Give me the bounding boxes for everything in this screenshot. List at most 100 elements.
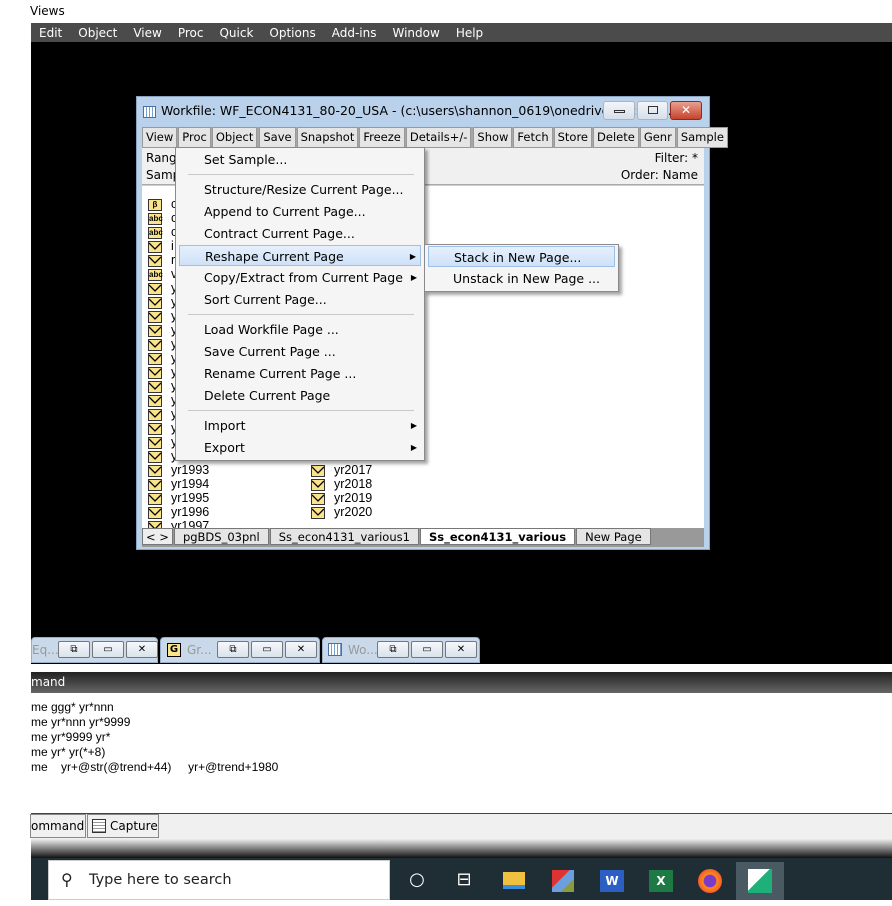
taskbar-search[interactable]: ⚲ Type here to search: [48, 860, 390, 900]
list-item[interactable]: y: [148, 323, 177, 337]
tab-pgbds[interactable]: pgBDS_03pnl: [173, 528, 269, 545]
tab-new-page[interactable]: New Page: [576, 528, 651, 545]
minimized-window-workfile[interactable]: Wo... ⧉ ▭ ✕: [322, 637, 480, 663]
app-cubes-icon[interactable]: [541, 862, 585, 900]
firefox-icon[interactable]: [688, 862, 732, 900]
list-item[interactable]: yr2019: [311, 491, 372, 505]
menu-item[interactable]: Delete Current Page: [179, 385, 421, 406]
list-item[interactable]: i: [148, 239, 174, 253]
menu-options[interactable]: Options: [261, 26, 323, 40]
close-button[interactable]: ✕: [285, 641, 317, 658]
maximize-button[interactable]: ▭: [411, 641, 443, 658]
list-item[interactable]: yr2018: [311, 477, 372, 491]
filter-label[interactable]: Filter: *: [655, 151, 698, 165]
series-icon: [148, 422, 162, 435]
command-window[interactable]: me ggg* yr*nnn me yr*nnn yr*9999 me yr*9…: [31, 693, 892, 813]
menu-object[interactable]: Object: [70, 26, 125, 40]
menu-item[interactable]: Sort Current Page...: [179, 289, 421, 310]
menu-item[interactable]: Append to Current Page...: [179, 201, 421, 222]
object-button[interactable]: Object: [211, 127, 258, 148]
list-item[interactable]: y: [148, 393, 177, 407]
list-item[interactable]: y: [148, 309, 177, 323]
menu-proc[interactable]: Proc: [170, 26, 212, 40]
tab-command[interactable]: ommand: [30, 814, 86, 838]
menu-addins[interactable]: Add-ins: [324, 26, 385, 40]
list-item[interactable]: yr1996: [148, 505, 209, 519]
eviews-icon[interactable]: [736, 862, 784, 900]
list-item[interactable]: y: [148, 421, 177, 435]
genr-button[interactable]: Genr: [639, 127, 676, 148]
menu-item-unstack[interactable]: Unstack in New Page ...: [428, 268, 615, 289]
minimize-button[interactable]: [603, 101, 635, 120]
restore-button[interactable]: ⧉: [377, 641, 409, 658]
list-item[interactable]: y: [148, 379, 177, 393]
list-item[interactable]: abcc: [148, 225, 177, 239]
store-button[interactable]: Store: [553, 127, 593, 148]
tab-capture[interactable]: Capture: [87, 814, 159, 838]
menu-item[interactable]: Copy/Extract from Current Page ▶: [179, 267, 421, 288]
list-item[interactable]: βc: [148, 197, 177, 211]
tab-scroll-arrows[interactable]: < >: [142, 528, 173, 545]
file-explorer-icon[interactable]: [492, 862, 536, 900]
list-item[interactable]: yr1995: [148, 491, 209, 505]
close-button[interactable]: ✕: [445, 641, 477, 658]
list-item[interactable]: abcv: [148, 267, 177, 281]
list-item[interactable]: y: [148, 435, 177, 449]
menu-item[interactable]: Structure/Resize Current Page...: [179, 179, 421, 200]
cortana-icon[interactable]: ○: [395, 862, 439, 900]
menu-view[interactable]: View: [125, 26, 169, 40]
menu-item[interactable]: Import ▶: [179, 415, 421, 436]
menu-help[interactable]: Help: [448, 26, 491, 40]
list-item[interactable]: r: [148, 253, 175, 267]
menu-item-stack[interactable]: Stack in New Page...: [428, 246, 615, 267]
list-item[interactable]: yr2020: [311, 505, 372, 519]
fetch-button[interactable]: Fetch: [513, 127, 553, 148]
restore-button[interactable]: ⧉: [58, 641, 90, 658]
show-button[interactable]: Show: [473, 127, 513, 148]
menu-item[interactable]: Rename Current Page ...: [179, 363, 421, 384]
list-item[interactable]: y: [148, 365, 177, 379]
list-item[interactable]: y: [148, 449, 177, 463]
close-button[interactable]: ✕: [126, 641, 158, 658]
list-item[interactable]: y: [148, 407, 177, 421]
proc-button[interactable]: Proc: [178, 127, 211, 148]
maximize-button[interactable]: ▭: [251, 641, 283, 658]
tab-various1[interactable]: Ss_econ4131_various1: [269, 528, 419, 545]
view-button[interactable]: View: [142, 127, 178, 148]
delete-button[interactable]: Delete: [593, 127, 639, 148]
list-item[interactable]: y: [148, 351, 177, 365]
menu-quick[interactable]: Quick: [211, 26, 261, 40]
sample-button[interactable]: Sample: [676, 127, 728, 148]
list-item[interactable]: y: [148, 281, 177, 295]
list-item[interactable]: y: [148, 295, 177, 309]
maximize-button[interactable]: ▭: [92, 641, 124, 658]
command-title-bar: mand: [31, 672, 892, 693]
menu-item[interactable]: Set Sample...: [179, 149, 421, 170]
details-button[interactable]: Details+/-: [405, 127, 472, 148]
menu-item[interactable]: Save Current Page ...: [179, 341, 421, 362]
list-item[interactable]: yr2017: [311, 463, 372, 477]
menu-item[interactable]: Load Workfile Page ...: [179, 319, 421, 340]
list-item[interactable]: abcc: [148, 211, 177, 225]
close-button[interactable]: ✕: [670, 101, 702, 120]
menu-item[interactable]: Export ▶: [179, 437, 421, 458]
minimized-window-graph[interactable]: G Gr... ⧉ ▭ ✕: [160, 637, 320, 663]
excel-icon[interactable]: X: [639, 862, 683, 900]
word-icon[interactable]: W: [590, 862, 634, 900]
list-item[interactable]: y: [148, 337, 177, 351]
list-item[interactable]: yr1993: [148, 463, 209, 477]
menu-edit[interactable]: Edit: [31, 26, 70, 40]
freeze-button[interactable]: Freeze: [359, 127, 405, 148]
order-label[interactable]: Order: Name: [621, 168, 698, 182]
snapshot-button[interactable]: Snapshot: [296, 127, 359, 148]
minimized-window-eq[interactable]: Eq... ⧉ ▭ ✕: [31, 637, 158, 663]
task-view-icon[interactable]: ⊟: [442, 862, 486, 900]
restore-button[interactable]: ⧉: [217, 641, 249, 658]
tab-various[interactable]: Ss_econ4131_various: [419, 528, 576, 545]
menu-item[interactable]: Contract Current Page...: [179, 223, 421, 244]
menu-window[interactable]: Window: [384, 26, 447, 40]
menu-item[interactable]: Reshape Current Page ▶: [179, 245, 421, 266]
save-button[interactable]: Save: [259, 127, 296, 148]
list-item[interactable]: yr1994: [148, 477, 209, 491]
maximize-button[interactable]: [637, 101, 668, 120]
